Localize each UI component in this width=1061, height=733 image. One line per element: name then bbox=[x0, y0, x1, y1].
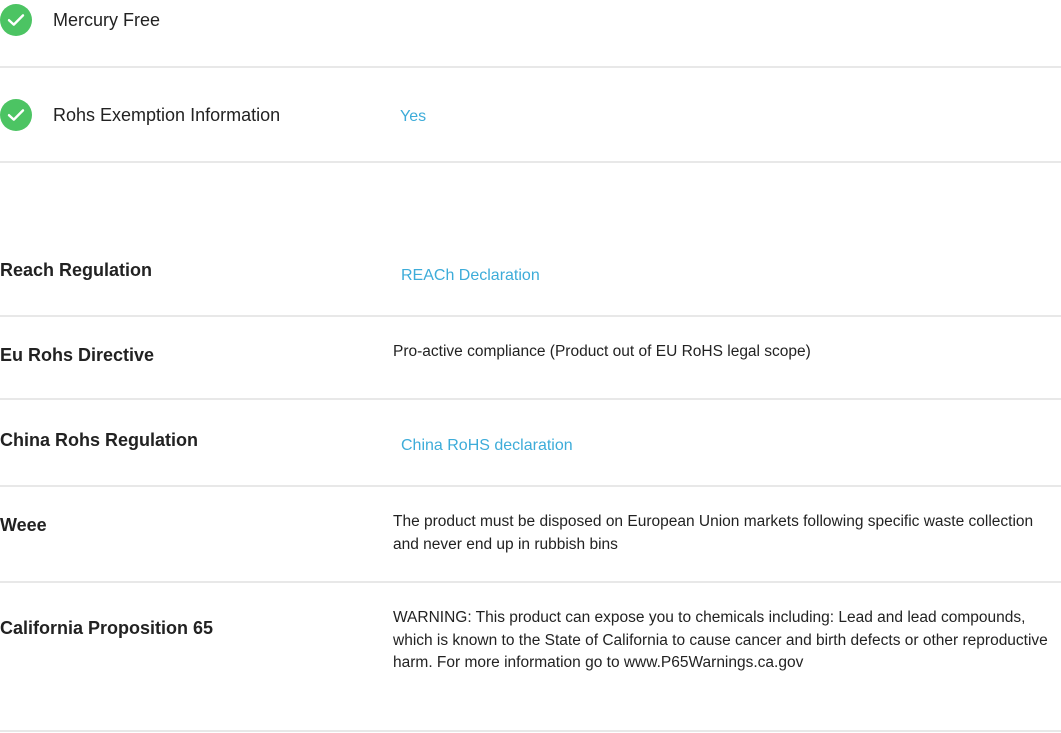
divider bbox=[0, 161, 1061, 163]
regulation-label: California Proposition 65 bbox=[0, 618, 214, 638]
divider bbox=[0, 398, 1061, 400]
flag-label: Rohs Exemption Information bbox=[53, 105, 281, 125]
regulation-label: Weee bbox=[0, 515, 47, 535]
regulation-label: China Rohs Regulation bbox=[0, 430, 198, 450]
regulation-label: Reach Regulation bbox=[0, 260, 153, 280]
rohs-exemption-yes-link[interactable]: Yes bbox=[400, 107, 426, 127]
reach-declaration-link[interactable]: REACh Declaration bbox=[401, 266, 540, 286]
check-circle-icon bbox=[0, 4, 32, 36]
regulation-value: Pro-active compliance (Product out of EU… bbox=[393, 343, 811, 360]
divider bbox=[0, 66, 1061, 68]
regulation-label: Eu Rohs Directive bbox=[0, 345, 155, 365]
regulation-value: The product must be disposed on European… bbox=[393, 513, 1034, 553]
regulation-value: WARNING: This product can expose you to … bbox=[393, 609, 1048, 671]
divider bbox=[0, 485, 1061, 487]
divider bbox=[0, 581, 1061, 583]
flag-label: Mercury Free bbox=[53, 10, 161, 30]
divider bbox=[0, 315, 1061, 317]
divider bbox=[0, 730, 1061, 732]
china-rohs-declaration-link[interactable]: China RoHS declaration bbox=[401, 436, 573, 456]
check-circle-icon bbox=[0, 99, 32, 131]
